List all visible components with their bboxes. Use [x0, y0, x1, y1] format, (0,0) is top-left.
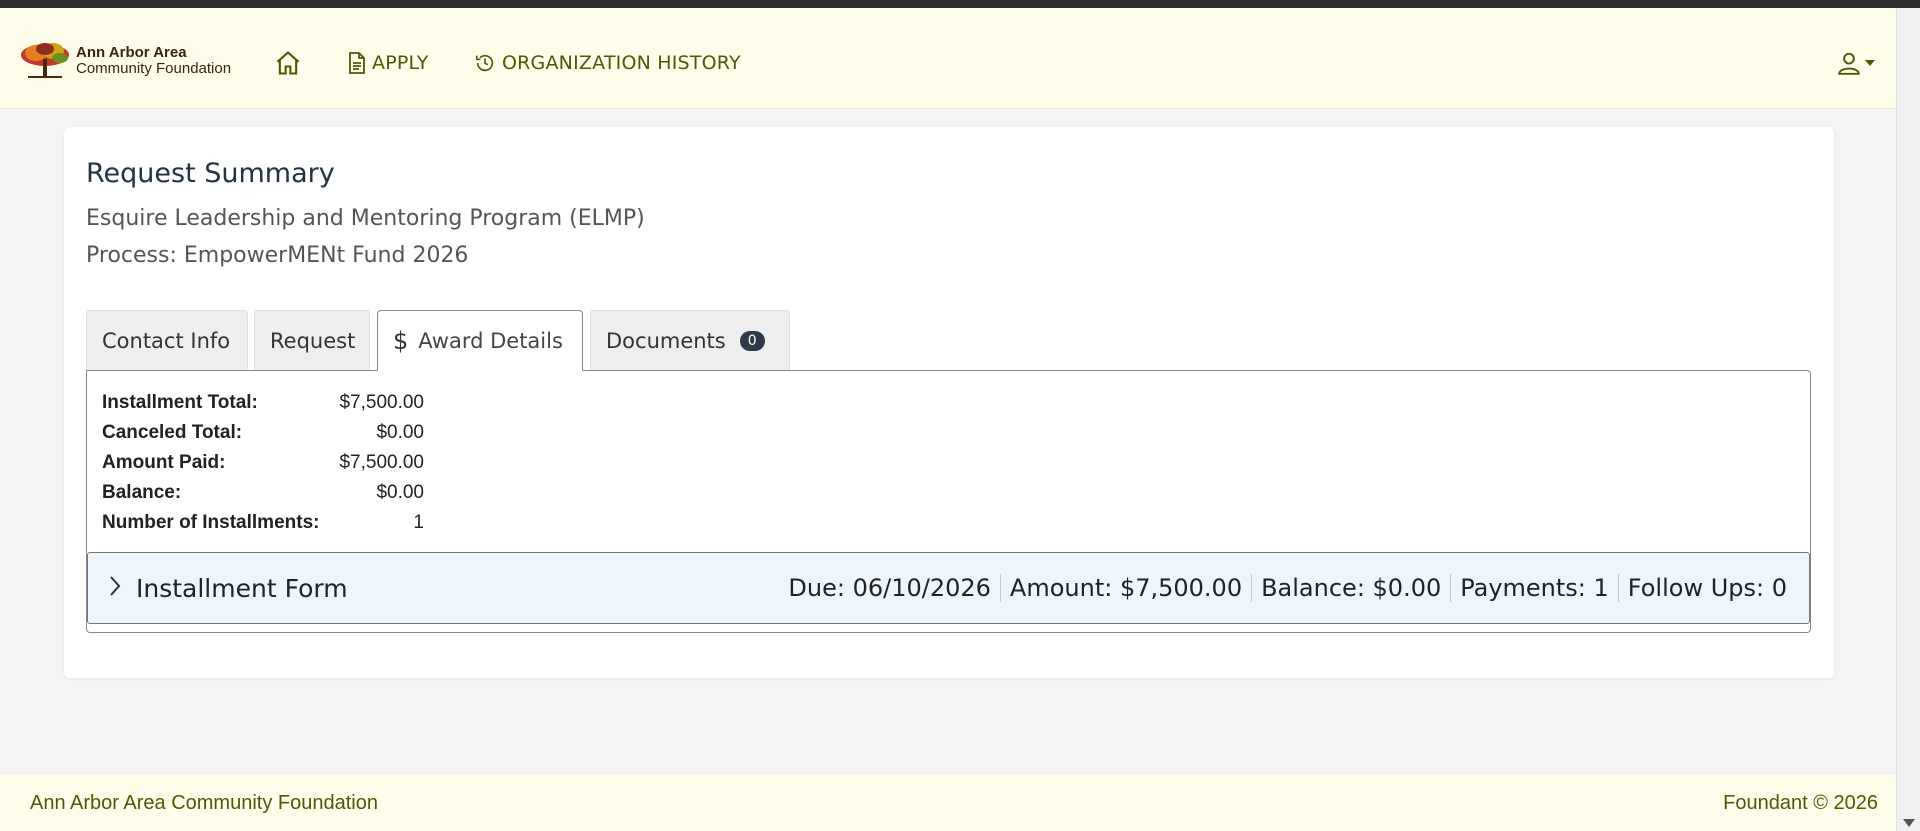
footer-organization: Ann Arbor Area Community Foundation	[30, 791, 378, 814]
scroll-down-arrow-icon[interactable]	[1903, 819, 1915, 827]
award-summary-table: Installment Total: $7,500.00 Canceled To…	[102, 388, 424, 538]
installment-amount: Amount: $7,500.00	[1009, 574, 1243, 602]
user-icon	[1838, 52, 1860, 75]
summary-row: Amount Paid: $7,500.00	[102, 448, 424, 478]
tab-documents[interactable]: Documents 0	[590, 310, 790, 371]
nav-apply[interactable]: APPLY	[348, 48, 429, 78]
tab-request[interactable]: Request	[254, 310, 370, 371]
foundation-logo[interactable]: Ann Arbor Area Community Foundation	[18, 40, 243, 82]
nav-home[interactable]	[274, 48, 302, 78]
summary-value: $7,500.00	[339, 392, 424, 413]
summary-label: Canceled Total:	[102, 422, 243, 443]
process-name: Process: EmpowerMENt Fund 2026	[86, 243, 469, 268]
tab-request-label: Request	[270, 329, 356, 353]
divider	[999, 574, 1001, 602]
nav-history-label: ORGANIZATION HISTORY	[502, 52, 741, 74]
summary-row: Installment Total: $7,500.00	[102, 388, 424, 418]
home-icon	[276, 51, 300, 75]
top-navbar: Ann Arbor Area Community Foundation APPL…	[0, 8, 1896, 109]
installment-form-title: Installment Form	[136, 573, 348, 603]
page-title: Request Summary	[86, 158, 335, 189]
summary-label: Number of Installments:	[102, 512, 320, 533]
installment-form-row[interactable]: Installment Form Due: 06/10/2026 Amount:…	[87, 552, 1810, 624]
installment-follow-ups: Follow Ups: 0	[1627, 574, 1787, 602]
footer-copyright: Foundant © 2026	[1723, 791, 1878, 814]
logo-line-2: Community Foundation	[76, 60, 232, 77]
tree-logo-icon	[21, 43, 69, 78]
chevron-right-icon[interactable]	[108, 575, 122, 601]
tab-award-details[interactable]: $ Award Details	[377, 310, 583, 371]
summary-label: Balance:	[102, 482, 182, 503]
nav-apply-label: APPLY	[372, 52, 429, 74]
chevron-down-icon	[1865, 60, 1875, 66]
tab-contact-info[interactable]: Contact Info	[86, 310, 248, 371]
divider	[1251, 574, 1253, 602]
summary-row: Canceled Total: $0.00	[102, 418, 424, 448]
installment-payments: Payments: 1	[1460, 574, 1609, 602]
page-scrollbar[interactable]	[1896, 8, 1920, 831]
document-icon	[349, 52, 365, 74]
summary-value: 1	[413, 512, 424, 533]
summary-label: Installment Total:	[102, 392, 258, 413]
installment-meta: Due: 06/10/2026 Amount: $7,500.00 Balanc…	[788, 574, 1787, 602]
installment-balance: Balance: $0.00	[1261, 574, 1442, 602]
nav-organization-history[interactable]: ORGANIZATION HISTORY	[474, 48, 741, 78]
summary-value: $0.00	[376, 482, 424, 503]
summary-label: Amount Paid:	[102, 452, 226, 473]
documents-count-badge: 0	[739, 331, 765, 351]
history-icon	[475, 54, 494, 72]
divider	[1450, 574, 1452, 602]
tab-contact-info-label: Contact Info	[102, 329, 231, 353]
summary-value: $7,500.00	[339, 452, 424, 473]
browser-top-strip	[0, 0, 1920, 8]
logo-line-1: Ann Arbor Area	[76, 44, 187, 61]
installment-due: Due: 06/10/2026	[788, 574, 991, 602]
page-footer: Ann Arbor Area Community Foundation Foun…	[0, 775, 1896, 831]
dollar-icon: $	[393, 326, 409, 355]
summary-value: $0.00	[376, 422, 424, 443]
divider	[1617, 574, 1619, 602]
tab-award-details-label: Award Details	[418, 328, 563, 353]
tab-documents-label: Documents	[606, 329, 726, 353]
user-menu[interactable]	[1836, 50, 1875, 76]
summary-row: Balance: $0.00	[102, 478, 424, 508]
organization-name: Esquire Leadership and Mentoring Program…	[86, 206, 645, 231]
summary-row: Number of Installments: 1	[102, 508, 424, 538]
